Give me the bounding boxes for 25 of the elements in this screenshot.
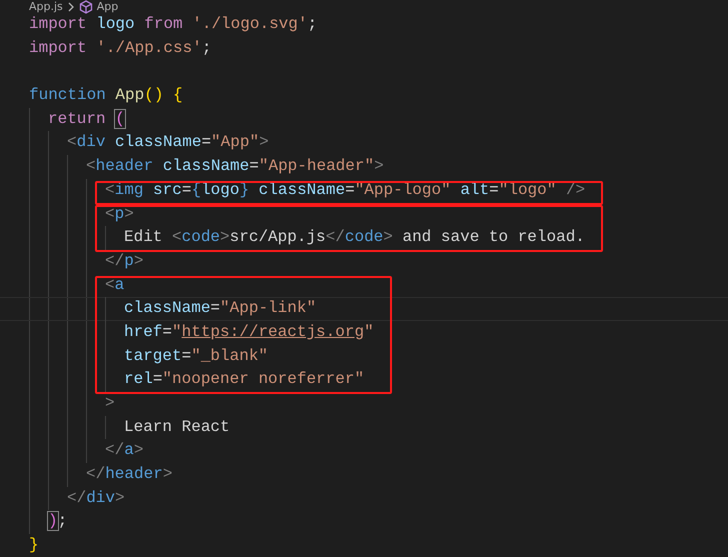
code-line: <div className="App"> <box>67 132 269 154</box>
code-line: import './App.css'; <box>29 38 212 59</box>
code-line: ); <box>48 511 68 532</box>
chevron-icon <box>66 2 75 12</box>
breadcrumb-symbol[interactable]: App <box>96 0 118 13</box>
code-line: } <box>29 535 39 556</box>
code-line: href="https://reactjs.org" <box>124 322 374 343</box>
code-line: return ( <box>48 108 125 130</box>
code-line: <a <box>105 274 124 296</box>
code-line: Edit <code>src/App.js</code> and save to reload. <box>124 227 585 248</box>
code-line: rel="noopener noreferrer" <box>124 369 364 390</box>
code-line: </header> <box>86 464 172 486</box>
code-line: import logo from './logo.svg'; <box>29 14 318 35</box>
code-line: <p> <box>105 204 134 224</box>
code-line: <header className="App-header"> <box>86 156 384 178</box>
code-line: target="_blank" <box>124 346 268 367</box>
code-line: className="App-link" <box>124 298 316 320</box>
code-line: </a> <box>105 440 144 462</box>
code-line: function App() { <box>29 85 183 106</box>
cube-icon <box>78 0 93 14</box>
code-line: > <box>105 393 115 414</box>
code-line: Learn React <box>124 416 230 438</box>
breadcrumb-file[interactable]: App.js <box>29 0 63 13</box>
code-line: </div> <box>67 488 125 509</box>
code-line: </p> <box>105 250 144 272</box>
